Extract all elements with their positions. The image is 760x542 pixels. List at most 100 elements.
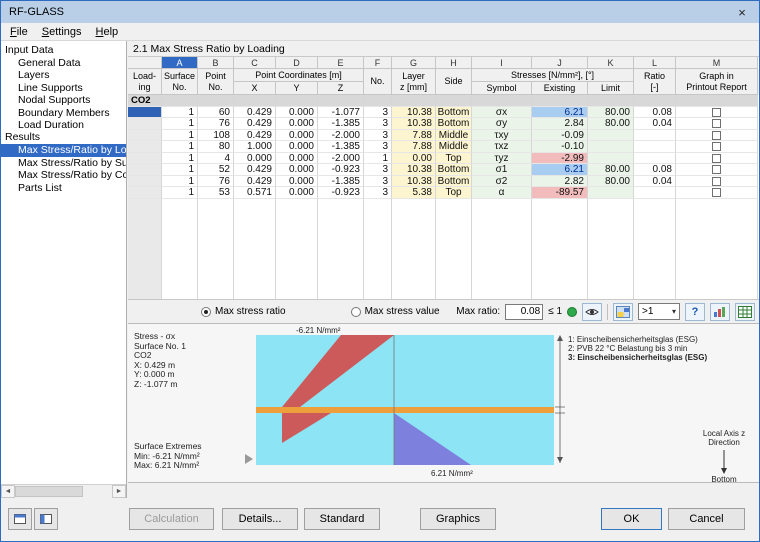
- cell-x[interactable]: 0.429: [234, 106, 276, 118]
- cell-y[interactable]: 0.000: [276, 141, 318, 153]
- navigator-hscrollbar[interactable]: ◄ ►: [1, 484, 126, 498]
- cell-layer_z[interactable]: 7.88: [392, 129, 436, 141]
- cell-x[interactable]: 0.000: [234, 152, 276, 164]
- cell-no[interactable]: 3: [364, 164, 392, 176]
- column-letter[interactable]: A: [162, 57, 198, 69]
- cell-point[interactable]: 52: [198, 164, 234, 176]
- cell-existing[interactable]: -0.10: [532, 141, 588, 153]
- cell-surface[interactable]: 1: [162, 175, 198, 187]
- cell-no[interactable]: 3: [364, 106, 392, 118]
- panel-colors-icon[interactable]: [613, 302, 633, 321]
- cell-graph[interactable]: [676, 187, 758, 199]
- nav-item[interactable]: Layers: [1, 69, 126, 81]
- cell-graph[interactable]: [676, 152, 758, 164]
- max-ratio-input[interactable]: [505, 303, 544, 320]
- cancel-button[interactable]: Cancel: [668, 508, 745, 530]
- nav-item[interactable]: Max Stress/Ratio by Composition: [1, 169, 126, 181]
- cell-side[interactable]: Top: [436, 152, 472, 164]
- cell-z[interactable]: -2.000: [318, 152, 364, 164]
- cell-surface[interactable]: 1: [162, 164, 198, 176]
- printout-checkbox[interactable]: [712, 107, 721, 117]
- scrollbar-thumb[interactable]: [15, 486, 83, 497]
- cell-symbol[interactable]: σx: [472, 106, 532, 118]
- export-table-icon[interactable]: [735, 302, 755, 321]
- cell-surface[interactable]: 1: [162, 106, 198, 118]
- nav-item[interactable]: Line Supports: [1, 82, 126, 94]
- cell-ratio[interactable]: 0.04: [634, 175, 676, 187]
- cell-ratio[interactable]: 0.08: [634, 106, 676, 118]
- nav-item[interactable]: Nodal Supports: [1, 94, 126, 106]
- cell-existing[interactable]: 6.21: [532, 164, 588, 176]
- column-letter[interactable]: D: [276, 57, 318, 69]
- cell-ratio[interactable]: 0.08: [634, 164, 676, 176]
- column-letter[interactable]: F: [364, 57, 392, 69]
- nav-item[interactable]: Load Duration: [1, 119, 126, 131]
- cell-loading[interactable]: [128, 187, 162, 199]
- cell-no[interactable]: 1: [364, 152, 392, 164]
- cell-existing[interactable]: -0.09: [532, 129, 588, 141]
- scroll-right-icon[interactable]: ►: [112, 485, 126, 498]
- scroll-left-icon[interactable]: ◄: [1, 485, 15, 498]
- cell-no[interactable]: 3: [364, 187, 392, 199]
- toggle-panel-icon-1[interactable]: [8, 508, 32, 530]
- cell-no[interactable]: 3: [364, 129, 392, 141]
- printout-checkbox[interactable]: [712, 176, 721, 186]
- close-icon[interactable]: ×: [725, 1, 759, 23]
- cell-graph[interactable]: [676, 175, 758, 187]
- cell-y[interactable]: 0.000: [276, 152, 318, 164]
- cell-limit[interactable]: [588, 129, 634, 141]
- cell-symbol[interactable]: τyz: [472, 152, 532, 164]
- cell-y[interactable]: 0.000: [276, 164, 318, 176]
- cell-side[interactable]: Middle: [436, 129, 472, 141]
- menu-file[interactable]: File: [3, 24, 35, 40]
- cell-surface[interactable]: 1: [162, 187, 198, 199]
- cell-layer_z[interactable]: 5.38: [392, 187, 436, 199]
- ok-button[interactable]: OK: [601, 508, 662, 530]
- cell-existing[interactable]: 6.21: [532, 106, 588, 118]
- nav-section[interactable]: Input Data: [1, 44, 126, 57]
- cell-limit[interactable]: 80.00: [588, 164, 634, 176]
- cell-z[interactable]: -1.385: [318, 118, 364, 130]
- cell-z[interactable]: -2.000: [318, 129, 364, 141]
- cell-x[interactable]: 0.429: [234, 129, 276, 141]
- cell-z[interactable]: -1.385: [318, 141, 364, 153]
- menu-settings[interactable]: Settings: [35, 24, 89, 40]
- cell-y[interactable]: 0.000: [276, 106, 318, 118]
- cell-point[interactable]: 76: [198, 118, 234, 130]
- stress-diagram[interactable]: -6.21 N/mm² 6.21 N/mm² 1: Einscheibensic…: [128, 324, 760, 483]
- cell-loading[interactable]: [128, 164, 162, 176]
- nav-item[interactable]: Max Stress/Ratio by Surface: [1, 157, 126, 169]
- cell-layer_z[interactable]: 7.88: [392, 141, 436, 153]
- nav-item[interactable]: Parts List: [1, 182, 126, 194]
- cell-loading[interactable]: [128, 175, 162, 187]
- column-letter[interactable]: M: [676, 57, 758, 69]
- printout-checkbox[interactable]: [712, 153, 721, 163]
- cell-limit[interactable]: [588, 187, 634, 199]
- cell-layer_z[interactable]: 10.38: [392, 164, 436, 176]
- cell-layer_z[interactable]: 10.38: [392, 175, 436, 187]
- cell-graph[interactable]: [676, 129, 758, 141]
- cell-layer_z[interactable]: 10.38: [392, 106, 436, 118]
- cell-no[interactable]: 3: [364, 118, 392, 130]
- graphics-button[interactable]: Graphics: [420, 508, 496, 530]
- cell-symbol[interactable]: τxy: [472, 129, 532, 141]
- scrollbar-track[interactable]: [15, 485, 112, 498]
- cell-existing[interactable]: -2.99: [532, 152, 588, 164]
- cell-limit[interactable]: [588, 141, 634, 153]
- cell-graph[interactable]: [676, 164, 758, 176]
- cell-point[interactable]: 53: [198, 187, 234, 199]
- cell-surface[interactable]: 1: [162, 141, 198, 153]
- cell-graph[interactable]: [676, 141, 758, 153]
- column-letter[interactable]: K: [588, 57, 634, 69]
- printout-checkbox[interactable]: [712, 165, 721, 174]
- cell-y[interactable]: 0.000: [276, 129, 318, 141]
- cell-surface[interactable]: 1: [162, 152, 198, 164]
- cell-graph[interactable]: [676, 118, 758, 130]
- cell-point[interactable]: 108: [198, 129, 234, 141]
- menu-help[interactable]: Help: [89, 24, 126, 40]
- cell-limit[interactable]: 80.00: [588, 175, 634, 187]
- cell-existing[interactable]: 2.82: [532, 175, 588, 187]
- column-letter[interactable]: J: [532, 57, 588, 69]
- column-letter[interactable]: H: [436, 57, 472, 69]
- radio-max-stress-ratio[interactable]: Max stress ratio: [201, 306, 286, 317]
